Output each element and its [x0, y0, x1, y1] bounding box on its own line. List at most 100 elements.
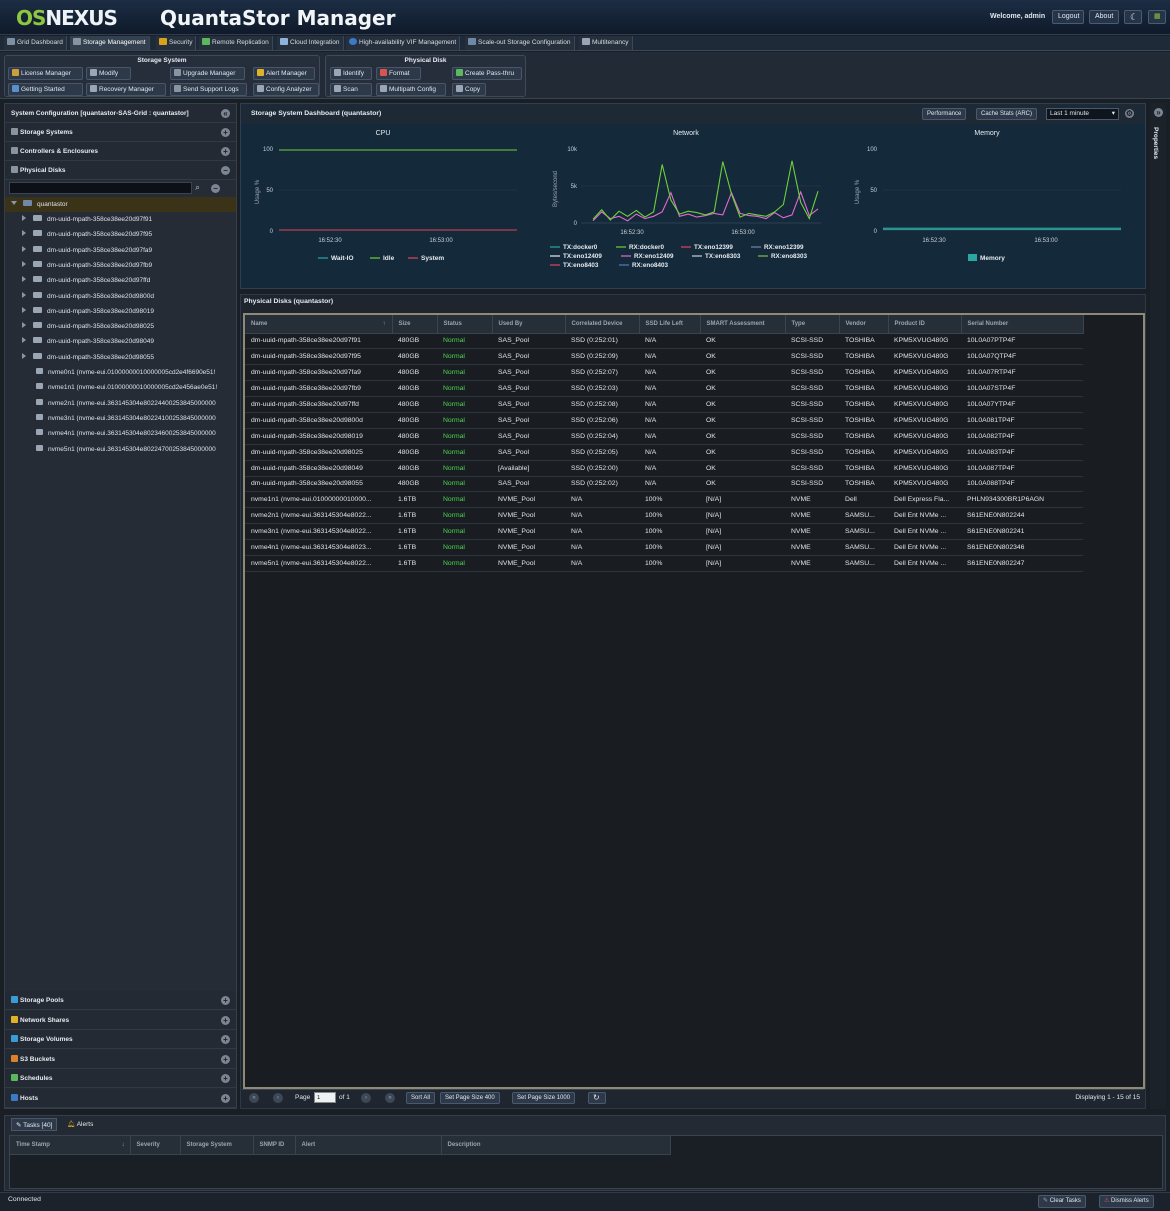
disk-row[interactable]: dm-uuid-mpath-358ce38ee20d97f91 480GB Norm…: [245, 333, 1083, 350]
col-header[interactable]: Used By: [492, 315, 566, 334]
expand-caret-icon[interactable]: [22, 276, 26, 283]
sidebar-item-share[interactable]: Network Shares +: [5, 1010, 236, 1030]
sidebar-item-host[interactable]: Hosts +: [5, 1088, 236, 1108]
expand-caret-icon[interactable]: [22, 260, 26, 267]
tab-storage-management[interactable]: Storage Management: [70, 36, 150, 50]
search-icon[interactable]: ⌕: [195, 182, 200, 193]
expand-plus-icon[interactable]: +: [221, 996, 230, 1005]
disk-row[interactable]: dm-uuid-mpath-358ce38ee20d9800d 480GB Norm…: [245, 412, 1083, 429]
col-description[interactable]: Description: [441, 1136, 671, 1155]
expand-plus-icon[interactable]: +: [221, 1093, 230, 1103]
last-page-icon[interactable]: »: [385, 1093, 395, 1103]
time-range-select[interactable]: Last 1 minute ▾: [1046, 108, 1119, 120]
tab-grid-dashboard[interactable]: Grid Dashboard: [4, 36, 67, 50]
sort-all-button[interactable]: Sort All: [406, 1092, 436, 1104]
col-storage-system[interactable]: Storage System: [180, 1136, 254, 1155]
settings-gear-icon[interactable]: ⚙: [1125, 109, 1134, 118]
sidebar-item-physical-disks[interactable]: Physical Disks −: [5, 161, 236, 180]
expand-plus-icon[interactable]: +: [221, 1035, 230, 1044]
col-time-stamp[interactable]: Time Stamp ↓: [10, 1136, 131, 1155]
tab-scale-out[interactable]: Scale-out Storage Configuration: [465, 36, 575, 50]
tree-disk-item[interactable]: dm-uuid-mpath-358ce38ee20d97f91: [5, 212, 236, 227]
disk-row[interactable]: dm-uuid-mpath-358ce38ee20d97fa9 480GB Norm…: [245, 364, 1083, 382]
col-header[interactable]: Vendor: [839, 315, 889, 334]
expand-caret-icon[interactable]: [11, 201, 17, 205]
expand-caret-icon[interactable]: [22, 230, 26, 237]
sidebar-item-storage-systems[interactable]: Storage Systems +: [5, 123, 236, 142]
expand-plus-icon[interactable]: +: [221, 1054, 230, 1064]
identify-button[interactable]: Identify: [330, 67, 372, 80]
col-header[interactable]: Status: [437, 315, 493, 334]
expand-caret-icon[interactable]: [22, 291, 26, 298]
tree-disk-item[interactable]: dm-uuid-mpath-358ce38ee20d97fb9: [5, 258, 236, 273]
col-header[interactable]: Product ID: [888, 315, 962, 334]
tree-disk-item[interactable]: dm-uuid-mpath-358ce38ee20d97f95: [5, 227, 236, 242]
tab-ha-vif[interactable]: High-availability VIF Management: [346, 36, 461, 50]
col-header[interactable]: Serial Number: [961, 315, 1084, 334]
license-manager-button[interactable]: License Manager: [8, 67, 83, 80]
tree-disk-item[interactable]: dm-uuid-mpath-358ce38ee20d98049: [5, 334, 236, 349]
next-page-icon[interactable]: ›: [361, 1093, 371, 1103]
tree-nvme-item[interactable]: nvme1n1 (nvme-eui.01000000010000005cd2e4…: [5, 380, 236, 395]
expand-caret-icon[interactable]: [22, 306, 26, 313]
col-header[interactable]: Size: [392, 315, 438, 334]
copy-button[interactable]: Copy: [452, 83, 486, 96]
clear-tasks-button[interactable]: ✎ Clear Tasks: [1038, 1195, 1086, 1208]
expand-caret-icon[interactable]: [22, 352, 26, 359]
grid-status-icon[interactable]: ▦: [1148, 10, 1166, 24]
dismiss-alerts-button[interactable]: ⚠ Dismiss Alerts: [1099, 1195, 1154, 1208]
sidebar-item-schedule[interactable]: Schedules +: [5, 1069, 236, 1088]
clear-search-icon[interactable]: −: [211, 184, 220, 193]
disk-row[interactable]: nvme3n1 (nvme-eui.363145304e8022... 1.6TB…: [245, 523, 1083, 541]
page-size-400-button[interactable]: Set Page Size 400: [440, 1092, 500, 1104]
expand-caret-icon[interactable]: [22, 245, 26, 252]
create-pass-thru-button[interactable]: Create Pass-thru: [452, 67, 522, 80]
first-page-icon[interactable]: «: [249, 1093, 259, 1103]
col-header[interactable]: Name ↑: [245, 315, 393, 334]
col-header[interactable]: Correlated Device: [565, 315, 640, 334]
about-button[interactable]: About: [1089, 10, 1119, 24]
config-analyzer-button[interactable]: Config Analyzer: [253, 83, 319, 96]
tab-security[interactable]: Security: [156, 36, 197, 50]
tree-nvme-item[interactable]: nvme4n1 (nvme-eui.363145304e802346002538…: [5, 426, 236, 441]
col-header[interactable]: SSD Life Left: [639, 315, 701, 334]
modify-button[interactable]: Modify: [86, 67, 131, 80]
dark-mode-icon[interactable]: ☾: [1124, 10, 1142, 24]
disk-row[interactable]: nvme5n1 (nvme-eui.363145304e8022... 1.6TB…: [245, 555, 1083, 572]
disk-row[interactable]: dm-uuid-mpath-358ce38ee20d98025 480GB Norm…: [245, 444, 1083, 461]
tab-cloud-integration[interactable]: Cloud Integration: [277, 36, 344, 50]
tree-disk-item[interactable]: dm-uuid-mpath-358ce38ee20d98019: [5, 304, 236, 319]
disk-row[interactable]: dm-uuid-mpath-358ce38ee20d97ffd 480GB Norm…: [245, 396, 1083, 413]
tree-disk-item[interactable]: dm-uuid-mpath-358ce38ee20d9800d: [5, 289, 236, 304]
tree-disk-item[interactable]: dm-uuid-mpath-358ce38ee20d97ffd: [5, 273, 236, 288]
disk-row[interactable]: nvme4n1 (nvme-eui.363145304e8023... 1.6TB…: [245, 539, 1083, 556]
format-button[interactable]: Format: [376, 67, 421, 80]
send-support-logs-button[interactable]: Send Support Logs: [170, 83, 247, 96]
page-size-1000-button[interactable]: Set Page Size 1000: [512, 1092, 576, 1104]
sidebar-item-volume[interactable]: Storage Volumes +: [5, 1030, 236, 1049]
multipath-config-button[interactable]: Multipath Config: [376, 83, 446, 96]
refresh-icon[interactable]: ↻: [588, 1092, 606, 1104]
expand-caret-icon[interactable]: [22, 215, 26, 221]
col-snmp-id[interactable]: SNMP ID: [253, 1136, 296, 1155]
upgrade-manager-button[interactable]: Upgrade Manager: [170, 67, 245, 80]
logout-button[interactable]: Logout: [1052, 10, 1084, 24]
disk-row[interactable]: dm-uuid-mpath-358ce38ee20d97fb9 480GB Norm…: [245, 380, 1083, 398]
cache-stats-button[interactable]: Cache Stats (ARC): [976, 108, 1038, 120]
page-number-input[interactable]: [314, 1092, 336, 1103]
collapse-icon[interactable]: «: [221, 109, 230, 118]
performance-button[interactable]: Performance: [922, 108, 967, 120]
col-header[interactable]: SMART Assessment: [700, 315, 786, 334]
disk-search-input[interactable]: [9, 182, 192, 194]
collapse-minus-icon[interactable]: −: [221, 166, 230, 175]
disk-row[interactable]: dm-uuid-mpath-358ce38ee20d97f95 480GB Norm…: [245, 348, 1083, 366]
disk-row[interactable]: nvme1n1 (nvme-eui.01000000010000... 1.6TB…: [245, 491, 1083, 509]
expand-plus-icon[interactable]: +: [221, 128, 230, 137]
disk-row[interactable]: nvme2n1 (nvme-eui.363145304e8022... 1.6TB…: [245, 507, 1083, 525]
tab-multitenancy[interactable]: Multitenancy: [579, 36, 633, 50]
tree-nvme-item[interactable]: nvme2n1 (nvme-eui.363145304e802244002538…: [5, 396, 236, 411]
scan-button[interactable]: Scan: [330, 83, 372, 96]
sidebar-item-pool[interactable]: Storage Pools +: [5, 991, 236, 1010]
col-severity[interactable]: Severity: [130, 1136, 181, 1155]
tree-nvme-item[interactable]: nvme0n1 (nvme-eui.01000000010000005cd2e4…: [5, 365, 236, 380]
